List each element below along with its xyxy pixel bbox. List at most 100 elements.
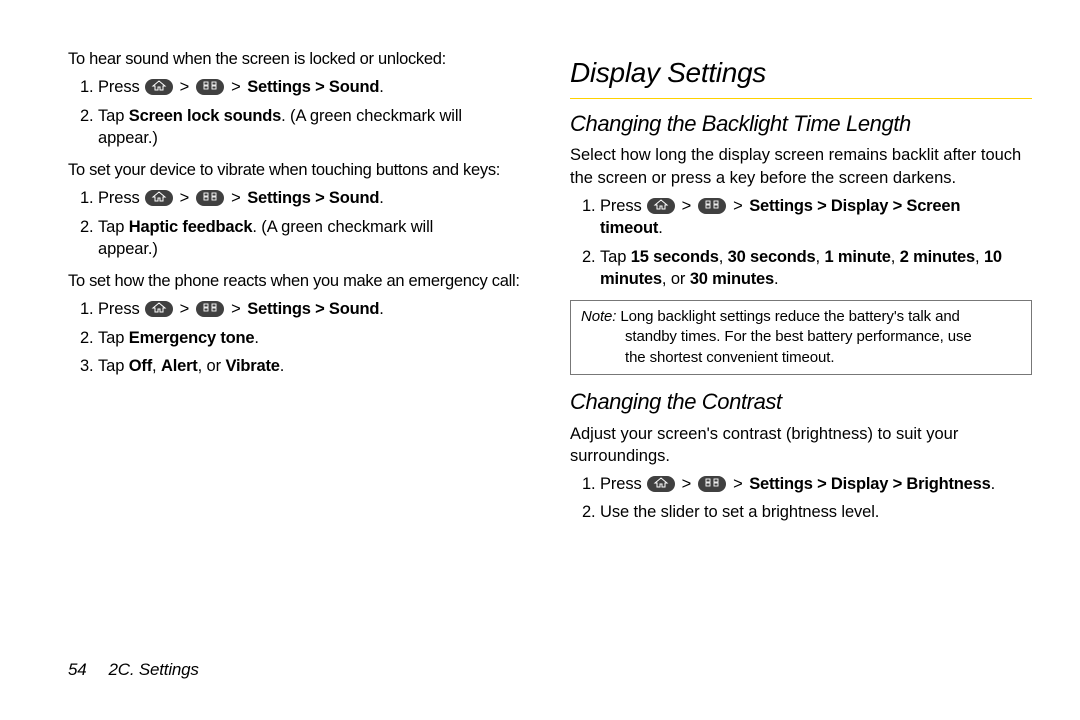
intro-haptic: To set your device to vibrate when touch…: [68, 159, 530, 181]
option: 1 minute: [825, 248, 891, 266]
step-text: . (A green checkmark will: [281, 107, 462, 125]
option: Haptic feedback: [129, 218, 253, 236]
steps-emergency: Press > > Settings > Sound. Tap Emergenc…: [68, 298, 530, 377]
step-text: .: [774, 270, 778, 288]
step-text: .: [658, 219, 662, 237]
step-text: Press: [98, 78, 144, 96]
separator: >: [231, 78, 241, 96]
home-key-icon: [647, 476, 675, 492]
step-text: .: [379, 300, 383, 318]
step-text: ,: [816, 248, 825, 266]
option: 15 seconds: [631, 248, 719, 266]
nav-path: Settings > Sound: [247, 300, 379, 318]
step: Press > > Settings > Display > Brightnes…: [600, 473, 1032, 495]
separator: >: [180, 189, 190, 207]
menu-key-icon: [196, 79, 224, 95]
step-text: .: [379, 189, 383, 207]
menu-key-icon: [698, 198, 726, 214]
step: Tap Emergency tone.: [98, 327, 530, 349]
menu-key-icon: [196, 301, 224, 317]
step-text: Press: [98, 189, 144, 207]
step-text: Tap: [600, 248, 631, 266]
option: Screen lock sounds: [129, 107, 281, 125]
step-text: Tap: [98, 329, 129, 347]
option: 30 seconds: [728, 248, 816, 266]
steps-haptic: Press > > Settings > Sound. Tap Haptic f…: [68, 187, 530, 260]
step-text: Press: [600, 475, 646, 493]
step-text: Tap: [98, 107, 129, 125]
step-text: appear.): [98, 238, 530, 260]
step: Use the slider to set a brightness level…: [600, 501, 1032, 523]
option: 30 minutes: [690, 270, 774, 288]
step-text: ,: [152, 357, 161, 375]
home-key-icon: [647, 198, 675, 214]
step: Tap Haptic feedback. (A green checkmark …: [98, 216, 530, 261]
section-title: Display Settings: [570, 54, 1032, 92]
step-text: appear.): [98, 127, 530, 149]
menu-key-icon: [698, 476, 726, 492]
option: Emergency tone: [129, 329, 255, 347]
note-text: Long backlight settings reduce the batte…: [620, 308, 959, 325]
step-text: ,: [891, 248, 900, 266]
subhead-backlight: Changing the Backlight Time Length: [570, 109, 1032, 139]
note-text: the shortest convenient timeout.: [625, 348, 1021, 368]
menu-key-icon: [196, 190, 224, 206]
option: Alert: [161, 357, 198, 375]
intro-lock-sounds: To hear sound when the screen is locked …: [68, 48, 530, 70]
nav-path: Settings > Sound: [247, 78, 379, 96]
step-text: Press: [98, 300, 144, 318]
nav-path: timeout: [600, 219, 658, 237]
nav-path: Settings > Display > Brightness: [749, 475, 990, 493]
option: Vibrate: [226, 357, 280, 375]
separator: >: [231, 300, 241, 318]
step-text: .: [379, 78, 383, 96]
page-footer: 54 2C. Settings: [0, 660, 1080, 680]
home-key-icon: [145, 301, 173, 317]
steps-backlight: Press > > Settings > Display > Screen ti…: [570, 195, 1032, 290]
step: Press > > Settings > Sound.: [98, 76, 530, 98]
option: minutes: [600, 270, 662, 288]
step-text: Tap: [98, 218, 129, 236]
step-text: , or: [662, 270, 690, 288]
step-text: ,: [719, 248, 728, 266]
step-text: , or: [198, 357, 226, 375]
nav-path: Settings > Display > Screen: [749, 197, 960, 215]
option: Off: [129, 357, 152, 375]
option: 10: [984, 248, 1002, 266]
step: Press > > Settings > Sound.: [98, 187, 530, 209]
option: 2 minutes: [900, 248, 975, 266]
separator: >: [733, 197, 743, 215]
paragraph: Adjust your screen's contrast (brightnes…: [570, 423, 1032, 468]
left-column: To hear sound when the screen is locked …: [68, 48, 530, 648]
home-key-icon: [145, 190, 173, 206]
step-text: Press: [600, 197, 646, 215]
separator: >: [733, 475, 743, 493]
separator: >: [180, 300, 190, 318]
separator: >: [180, 78, 190, 96]
step: Press > > Settings > Display > Screen ti…: [600, 195, 1032, 240]
paragraph: Select how long the display screen remai…: [570, 144, 1032, 189]
steps-lock-sounds: Press > > Settings > Sound. Tap Screen l…: [68, 76, 530, 149]
page-number: 54: [68, 660, 87, 679]
footer-section: 2C. Settings: [109, 660, 199, 679]
step-text: Use the slider to set a brightness level…: [600, 503, 879, 521]
note-text: standby times. For the best battery perf…: [625, 327, 1021, 347]
intro-emergency: To set how the phone reacts when you mak…: [68, 270, 530, 292]
note-label: Note:: [581, 308, 616, 325]
step-text: .: [280, 357, 284, 375]
step: Press > > Settings > Sound.: [98, 298, 530, 320]
subhead-contrast: Changing the Contrast: [570, 387, 1032, 417]
right-column: Display Settings Changing the Backlight …: [570, 48, 1032, 648]
step: Tap 15 seconds, 30 seconds, 1 minute, 2 …: [600, 246, 1032, 291]
step-text: Tap: [98, 357, 129, 375]
section-rule: [570, 98, 1032, 99]
note-box: Note:Long backlight settings reduce the …: [570, 300, 1032, 375]
home-key-icon: [145, 79, 173, 95]
step-text: .: [254, 329, 258, 347]
step-text: ,: [975, 248, 984, 266]
step-text: .: [991, 475, 995, 493]
nav-path: Settings > Sound: [247, 189, 379, 207]
separator: >: [682, 197, 692, 215]
step: Tap Screen lock sounds. (A green checkma…: [98, 105, 530, 150]
step: Tap Off, Alert, or Vibrate.: [98, 355, 530, 377]
